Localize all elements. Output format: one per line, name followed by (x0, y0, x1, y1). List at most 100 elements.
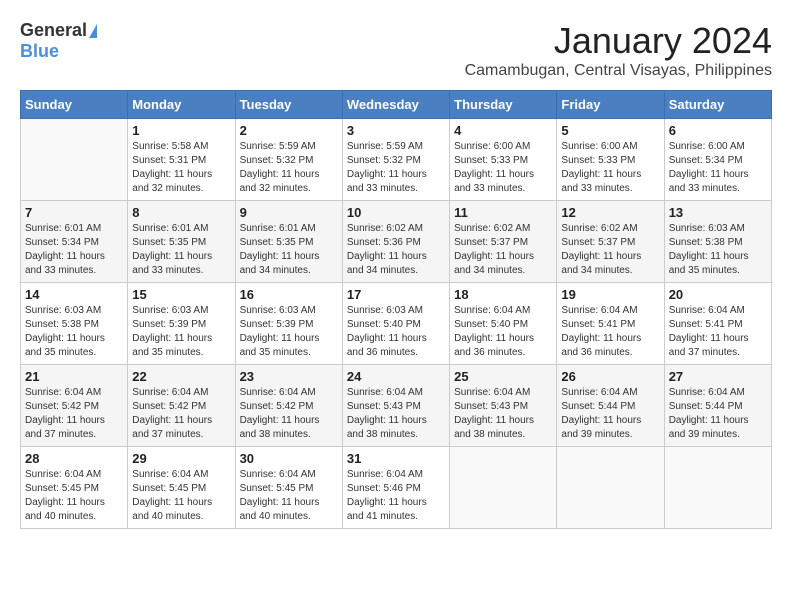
day-number: 11 (454, 205, 552, 220)
month-title: January 2024 (465, 20, 772, 62)
day-number: 10 (347, 205, 445, 220)
title-section: January 2024 Camambugan, Central Visayas… (465, 20, 772, 80)
calendar-cell: 22 Sunrise: 6:04 AM Sunset: 5:42 PM Dayli… (128, 365, 235, 447)
calendar-cell: 11 Sunrise: 6:02 AM Sunset: 5:37 PM Dayli… (450, 201, 557, 283)
day-info: Sunrise: 6:01 AM Sunset: 5:35 PM Dayligh… (240, 222, 338, 278)
calendar-cell: 13Sunrise: 6:03 AM Sunset: 5:38 PM Dayli… (664, 201, 771, 283)
calendar-week-row: 14 Sunrise: 6:03 AM Sunset: 5:38 PM Dayli… (21, 283, 772, 365)
day-info: Sunrise: 6:04 AM Sunset: 5:42 PM Dayligh… (132, 386, 230, 442)
calendar-cell: 20Sunrise: 6:04 AM Sunset: 5:41 PM Dayli… (664, 283, 771, 365)
day-info: Sunrise: 6:03 AM Sunset: 5:39 PM Dayligh… (132, 304, 230, 360)
calendar-cell: 9 Sunrise: 6:01 AM Sunset: 5:35 PM Daylig… (235, 201, 342, 283)
calendar-header-cell: Sunday (21, 91, 128, 119)
calendar-cell: 26 Sunrise: 6:04 AM Sunset: 5:44 PM Dayli… (557, 365, 664, 447)
calendar-cell: 6 Sunrise: 6:00 AM Sunset: 5:34 PM Daylig… (664, 119, 771, 201)
day-number: 12 (561, 205, 659, 220)
logo-blue-text: Blue (20, 41, 59, 62)
calendar-cell: 10 Sunrise: 6:02 AM Sunset: 5:36 PM Dayli… (342, 201, 449, 283)
calendar-header-cell: Thursday (450, 91, 557, 119)
calendar-header-cell: Tuesday (235, 91, 342, 119)
day-info: Sunrise: 6:03 AM Sunset: 5:38 PM Dayligh… (669, 222, 767, 278)
calendar-cell: 12 Sunrise: 6:02 AM Sunset: 5:37 PM Dayli… (557, 201, 664, 283)
day-info: Sunrise: 6:04 AM Sunset: 5:43 PM Dayligh… (347, 386, 445, 442)
day-number: 31 (347, 451, 445, 466)
calendar-body: 1Sunrise: 5:58 AM Sunset: 5:31 PM Daylig… (21, 119, 772, 529)
calendar-cell: 31 Sunrise: 6:04 AM Sunset: 5:46 PM Dayli… (342, 447, 449, 529)
day-info: Sunrise: 6:04 AM Sunset: 5:44 PM Dayligh… (561, 386, 659, 442)
calendar-cell: 16 Sunrise: 6:03 AM Sunset: 5:39 PM Dayli… (235, 283, 342, 365)
calendar-header-row: SundayMondayTuesdayWednesdayThursdayFrid… (21, 91, 772, 119)
calendar-cell: 2 Sunrise: 5:59 AM Sunset: 5:32 PM Daylig… (235, 119, 342, 201)
day-number: 25 (454, 369, 552, 384)
day-number: 14 (25, 287, 123, 302)
calendar-cell: 7Sunrise: 6:01 AM Sunset: 5:34 PM Daylig… (21, 201, 128, 283)
day-number: 8 (132, 205, 230, 220)
logo: General Blue (20, 20, 97, 62)
day-number: 26 (561, 369, 659, 384)
day-info: Sunrise: 6:04 AM Sunset: 5:42 PM Dayligh… (25, 386, 123, 442)
calendar: SundayMondayTuesdayWednesdayThursdayFrid… (20, 90, 772, 529)
calendar-cell: 5 Sunrise: 6:00 AM Sunset: 5:33 PM Daylig… (557, 119, 664, 201)
header: General Blue January 2024 Camambugan, Ce… (20, 20, 772, 80)
calendar-cell: 29 Sunrise: 6:04 AM Sunset: 5:45 PM Dayli… (128, 447, 235, 529)
day-number: 28 (25, 451, 123, 466)
day-info: Sunrise: 6:02 AM Sunset: 5:36 PM Dayligh… (347, 222, 445, 278)
day-info: Sunrise: 6:03 AM Sunset: 5:38 PM Dayligh… (25, 304, 123, 360)
day-info: Sunrise: 6:04 AM Sunset: 5:44 PM Dayligh… (669, 386, 767, 442)
calendar-cell: 14 Sunrise: 6:03 AM Sunset: 5:38 PM Dayli… (21, 283, 128, 365)
day-info: Sunrise: 6:04 AM Sunset: 5:45 PM Dayligh… (240, 468, 338, 524)
day-number: 21 (25, 369, 123, 384)
day-info: Sunrise: 6:04 AM Sunset: 5:45 PM Dayligh… (132, 468, 230, 524)
day-info: Sunrise: 5:59 AM Sunset: 5:32 PM Dayligh… (240, 140, 338, 196)
day-number: 5 (561, 123, 659, 138)
day-number: 2 (240, 123, 338, 138)
calendar-header-cell: Wednesday (342, 91, 449, 119)
day-info: Sunrise: 6:03 AM Sunset: 5:39 PM Dayligh… (240, 304, 338, 360)
calendar-cell: 17Sunrise: 6:03 AM Sunset: 5:40 PM Dayli… (342, 283, 449, 365)
calendar-cell: 23Sunrise: 6:04 AM Sunset: 5:42 PM Dayli… (235, 365, 342, 447)
calendar-cell: 21 Sunrise: 6:04 AM Sunset: 5:42 PM Dayli… (21, 365, 128, 447)
logo-triangle-icon (89, 24, 97, 38)
day-info: Sunrise: 6:04 AM Sunset: 5:43 PM Dayligh… (454, 386, 552, 442)
location-title: Camambugan, Central Visayas, Philippines (465, 62, 772, 80)
day-number: 30 (240, 451, 338, 466)
day-info: Sunrise: 6:00 AM Sunset: 5:33 PM Dayligh… (454, 140, 552, 196)
day-info: Sunrise: 6:04 AM Sunset: 5:46 PM Dayligh… (347, 468, 445, 524)
day-number: 6 (669, 123, 767, 138)
day-info: Sunrise: 5:59 AM Sunset: 5:32 PM Dayligh… (347, 140, 445, 196)
day-number: 16 (240, 287, 338, 302)
calendar-cell (450, 447, 557, 529)
day-info: Sunrise: 6:02 AM Sunset: 5:37 PM Dayligh… (561, 222, 659, 278)
day-number: 20 (669, 287, 767, 302)
calendar-cell: 15 Sunrise: 6:03 AM Sunset: 5:39 PM Dayli… (128, 283, 235, 365)
day-number: 7 (25, 205, 123, 220)
day-number: 27 (669, 369, 767, 384)
day-number: 3 (347, 123, 445, 138)
calendar-cell: 8Sunrise: 6:01 AM Sunset: 5:35 PM Daylig… (128, 201, 235, 283)
day-info: Sunrise: 6:00 AM Sunset: 5:34 PM Dayligh… (669, 140, 767, 196)
calendar-week-row: 21 Sunrise: 6:04 AM Sunset: 5:42 PM Dayli… (21, 365, 772, 447)
day-info: Sunrise: 6:04 AM Sunset: 5:41 PM Dayligh… (561, 304, 659, 360)
calendar-header-cell: Friday (557, 91, 664, 119)
calendar-week-row: 7Sunrise: 6:01 AM Sunset: 5:34 PM Daylig… (21, 201, 772, 283)
day-number: 22 (132, 369, 230, 384)
day-info: Sunrise: 6:02 AM Sunset: 5:37 PM Dayligh… (454, 222, 552, 278)
day-number: 4 (454, 123, 552, 138)
calendar-cell (557, 447, 664, 529)
calendar-cell: 4 Sunrise: 6:00 AM Sunset: 5:33 PM Daylig… (450, 119, 557, 201)
day-number: 29 (132, 451, 230, 466)
day-info: Sunrise: 6:04 AM Sunset: 5:42 PM Dayligh… (240, 386, 338, 442)
day-number: 9 (240, 205, 338, 220)
calendar-cell: 18 Sunrise: 6:04 AM Sunset: 5:40 PM Dayli… (450, 283, 557, 365)
day-info: Sunrise: 6:00 AM Sunset: 5:33 PM Dayligh… (561, 140, 659, 196)
day-info: Sunrise: 6:04 AM Sunset: 5:40 PM Dayligh… (454, 304, 552, 360)
day-number: 24 (347, 369, 445, 384)
calendar-cell (21, 119, 128, 201)
calendar-header-cell: Saturday (664, 91, 771, 119)
day-number: 15 (132, 287, 230, 302)
calendar-cell (664, 447, 771, 529)
day-number: 18 (454, 287, 552, 302)
calendar-cell: 1Sunrise: 5:58 AM Sunset: 5:31 PM Daylig… (128, 119, 235, 201)
calendar-week-row: 28 Sunrise: 6:04 AM Sunset: 5:45 PM Dayli… (21, 447, 772, 529)
calendar-cell: 19Sunrise: 6:04 AM Sunset: 5:41 PM Dayli… (557, 283, 664, 365)
